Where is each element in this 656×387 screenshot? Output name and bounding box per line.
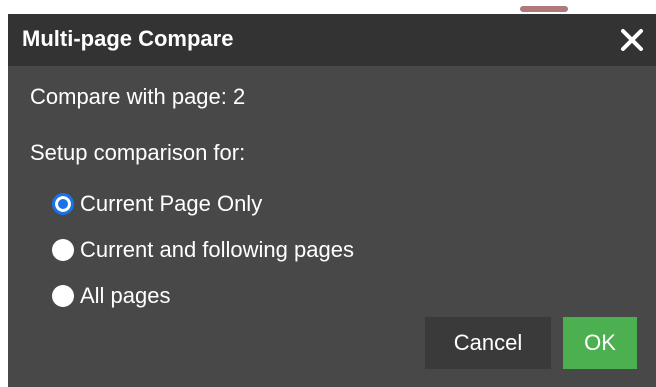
close-icon[interactable] — [614, 22, 650, 58]
radio-current-and-following[interactable] — [52, 239, 74, 261]
dialog-titlebar: Multi-page Compare — [8, 14, 656, 66]
setup-comparison-label: Setup comparison for: — [30, 140, 246, 165]
option-current-page-only[interactable]: Current Page Only — [52, 189, 262, 219]
option-label: Current and following pages — [80, 237, 354, 262]
dialog-title: Multi-page Compare — [22, 26, 234, 51]
multi-page-compare-dialog: Multi-page Compare Compare with page: 2 … — [8, 14, 656, 387]
option-current-and-following[interactable]: Current and following pages — [52, 235, 354, 265]
cancel-button[interactable]: Cancel — [425, 317, 551, 369]
option-label: All pages — [80, 283, 171, 308]
background-window — [0, 0, 656, 14]
option-all-pages[interactable]: All pages — [52, 281, 171, 311]
radio-current-page-only[interactable] — [52, 193, 74, 215]
radio-all-pages[interactable] — [52, 285, 74, 307]
ok-button[interactable]: OK — [563, 317, 637, 369]
background-element — [520, 6, 568, 12]
option-label: Current Page Only — [80, 191, 263, 216]
compare-with-page-label: Compare with page: 2 — [30, 84, 246, 109]
